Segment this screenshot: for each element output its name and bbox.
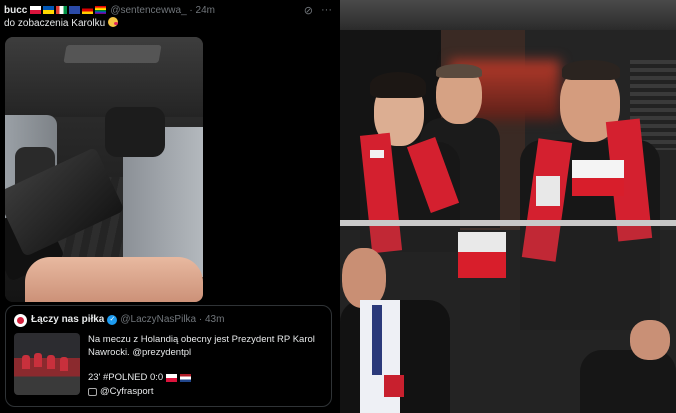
poland-flag-icon — [166, 373, 178, 382]
thumb-figure — [34, 353, 42, 367]
post-header: bucc @sentencewwa_ · 24m ⊘ ··· — [4, 3, 332, 17]
shoe-right — [105, 107, 165, 157]
post-text-content: do zobaczenia Karolku — [4, 18, 106, 29]
hand — [25, 257, 203, 302]
small-flag-red — [572, 178, 624, 196]
thumb-figure — [22, 355, 30, 369]
thumb-figure — [47, 355, 55, 369]
flag-icon — [82, 6, 94, 14]
quoted-thumbnail[interactable] — [14, 333, 80, 395]
avatar[interactable] — [14, 314, 27, 327]
quoted-post-header: Łączy nas piłka ✓ @LaczyNasPilka · 43m — [31, 314, 224, 325]
handle-and-time[interactable]: @sentencewwa_ · 24m — [110, 5, 215, 16]
cyfra-handle[interactable]: @Cyfrasport — [100, 386, 153, 397]
car-interior — [5, 37, 203, 117]
car-panel — [63, 45, 162, 63]
stadium-ceiling — [340, 0, 676, 30]
post-text: do zobaczenia Karolku — [4, 17, 118, 29]
tweet-panel: bucc @sentencewwa_ · 24m ⊘ ··· do zobacz… — [0, 0, 338, 413]
rainbow-flag-icon — [95, 6, 107, 14]
username[interactable]: bucc — [4, 5, 27, 16]
post-photo[interactable] — [5, 37, 203, 302]
quoted-text: Na meczu z Holandią obecny jest Prezyden… — [88, 334, 315, 358]
netherlands-flag-icon — [180, 373, 192, 382]
poland-flag-icon — [30, 6, 42, 14]
cyfra-line: @Cyfrasport — [88, 386, 153, 397]
quoted-post[interactable]: Łączy nas piłka ✓ @LaczyNasPilka · 43m N… — [5, 305, 332, 407]
quoted-name[interactable]: Łączy nas piłka — [31, 314, 104, 325]
stadium-photo — [340, 0, 676, 413]
kissing-face-icon — [107, 17, 118, 27]
score-text: 23' #POLNED 0:0 — [88, 372, 164, 383]
flag-icon — [56, 6, 68, 14]
ukraine-flag-icon — [43, 6, 55, 14]
verified-badge-icon: ✓ — [107, 314, 118, 325]
grok-icon[interactable]: ⊘ — [304, 4, 313, 17]
small-flag-white — [572, 160, 624, 178]
quoted-handle-time[interactable]: @LaczyNasPilka · 43m — [120, 314, 224, 325]
more-icon[interactable]: ··· — [321, 4, 332, 17]
eu-flag-icon — [69, 6, 81, 14]
thumb-figure — [60, 357, 68, 371]
flag-emojis — [30, 6, 107, 14]
tv-icon — [88, 387, 97, 396]
score-line: 23' #POLNED 0:0 — [88, 372, 192, 383]
